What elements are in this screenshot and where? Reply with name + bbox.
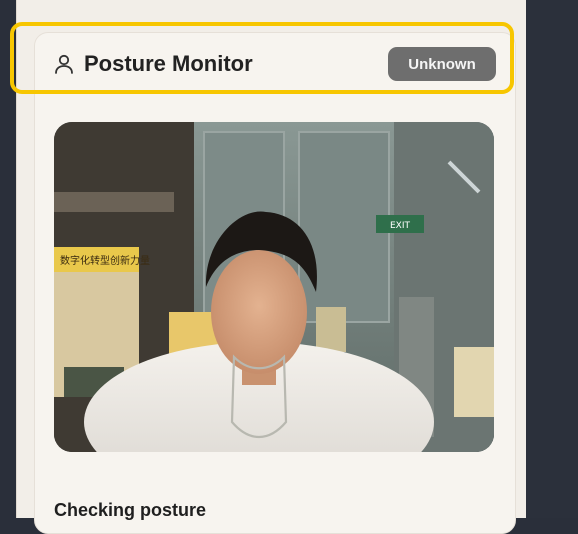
store-sign-text: 数字化转型创新力量 (60, 254, 150, 267)
right-gutter (526, 0, 578, 518)
camera-feed: 数字化转型创新力量 EXIT (54, 122, 494, 452)
header-highlight-frame (10, 22, 514, 94)
exit-sign-text: EXIT (390, 221, 411, 231)
